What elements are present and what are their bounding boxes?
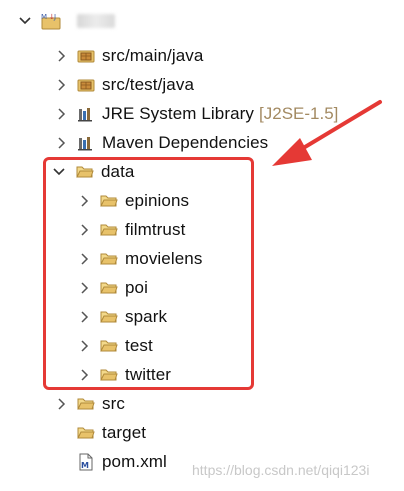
arrow-annotation bbox=[272, 100, 382, 166]
watermark-text: https://blog.csdn.net/qiqi123i bbox=[192, 462, 370, 478]
